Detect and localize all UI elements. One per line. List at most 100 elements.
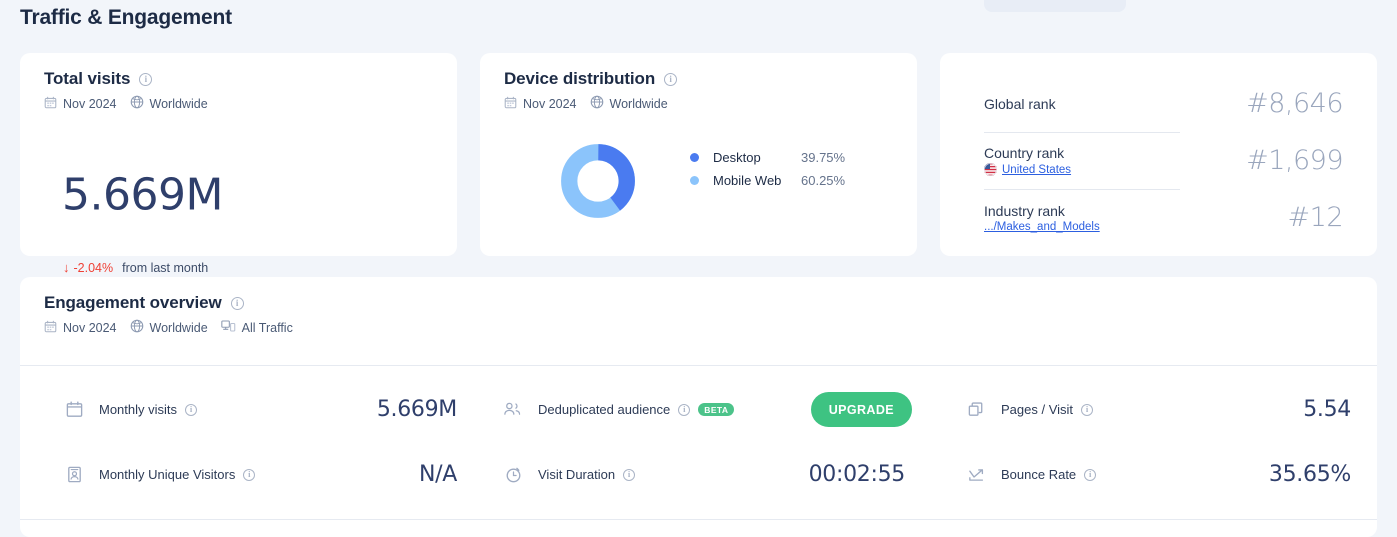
rank-name-industry: Industry rank	[984, 202, 1065, 219]
date-label: Nov 2024	[63, 320, 117, 335]
metric-label: Monthly visits i	[99, 402, 198, 417]
partial-top-pill	[984, 0, 1126, 12]
device-distribution-header: Device distribution i	[504, 69, 678, 89]
metric-row: Monthly visits i 5.669M Deduplicated aud…	[20, 377, 1377, 442]
device-distribution-filters: Nov 2024 Worldwide	[504, 95, 668, 112]
scope-filter[interactable]: Worldwide	[130, 95, 208, 112]
page-title: Traffic & Engagement	[20, 6, 232, 29]
engagement-metrics: Monthly visits i 5.669M Deduplicated aud…	[20, 365, 1377, 507]
rank-sub-industry: .../Makes_and_Models	[984, 221, 1100, 233]
metric-value: 35.65%	[1268, 462, 1351, 487]
metric-visit-duration: Visit Duration i 00:02:55	[490, 442, 950, 507]
rank-row-country: Country rank United States #1,699	[984, 132, 1343, 189]
legend-item-desktop: Desktop 39.75%	[690, 150, 845, 165]
metric-label-text: Deduplicated audience	[538, 402, 671, 417]
metric-value: 00:02:55	[808, 462, 906, 487]
beta-badge: BETA	[698, 402, 735, 417]
metric-label: Pages / Visit i	[1001, 402, 1094, 417]
engagement-title-row: Engagement overview i	[44, 293, 244, 313]
info-icon[interactable]: i	[1081, 403, 1094, 416]
legend-label-desktop: Desktop	[713, 150, 761, 165]
metric-value: 5.669M	[376, 397, 457, 422]
info-icon[interactable]: i	[243, 468, 256, 481]
rank-value-global: #8,646	[1246, 88, 1343, 119]
metric-monthly-visits: Monthly visits i 5.669M	[20, 377, 490, 442]
metric-value: 5.54	[1303, 397, 1351, 422]
engagement-filters: Nov 2024 Worldwide All Traffic	[44, 319, 293, 336]
total-visits-filters: Nov 2024 Worldwide	[44, 95, 208, 112]
device-distribution-legend: Desktop 39.75% Mobile Web 60.25%	[690, 150, 845, 188]
rank-sub-country: United States	[984, 163, 1071, 176]
info-icon[interactable]: i	[185, 403, 198, 416]
device-distribution-title: Device distribution	[504, 69, 656, 88]
device-distribution-donut-chart	[560, 143, 636, 224]
rank-value-country: #1,699	[1246, 145, 1343, 176]
legend-value-desktop: 39.75%	[801, 150, 846, 165]
scope-label: Worldwide	[609, 96, 668, 111]
info-icon[interactable]: i	[623, 468, 636, 481]
engagement-title: Engagement overview	[44, 293, 222, 312]
metric-label-text: Monthly visits	[99, 402, 178, 417]
engagement-overview-card: Engagement overview i Nov 2024 Worldwide…	[20, 277, 1377, 537]
info-icon[interactable]: i	[1084, 468, 1097, 481]
date-filter[interactable]: Nov 2024	[504, 96, 577, 112]
metric-row: Monthly Unique Visitors i N/A Visit Dura…	[20, 442, 1377, 507]
metric-pages-per-visit: Pages / Visit i 5.54	[950, 377, 1377, 442]
pages-icon	[965, 399, 987, 421]
scope-label: Worldwide	[149, 320, 208, 335]
date-filter[interactable]: Nov 2024	[44, 96, 117, 112]
calendar-icon	[504, 96, 517, 112]
info-icon[interactable]: i	[230, 296, 244, 310]
metric-label: Bounce Rate i	[1001, 467, 1097, 482]
calendar-icon	[63, 399, 85, 421]
metric-label: Visit Duration i	[538, 467, 636, 482]
engagement-divider-bottom	[20, 519, 1377, 520]
device-distribution-card: Device distribution i Nov 2024 Worldwide…	[480, 53, 917, 256]
metric-label-text: Monthly Unique Visitors	[99, 467, 236, 482]
legend-value-mobile-web: 60.25%	[801, 173, 846, 188]
visitor-icon	[63, 464, 85, 486]
metric-bounce-rate: Bounce Rate i 35.65%	[950, 442, 1377, 507]
legend-dot-desktop	[690, 153, 699, 162]
legend-label-mobile-web: Mobile Web	[713, 173, 782, 188]
rank-value-industry: #12	[1287, 202, 1344, 233]
info-icon[interactable]: i	[139, 72, 153, 86]
summary-cards-row: Total visits i Nov 2024 Worldwide 5.669M…	[20, 53, 1377, 275]
metric-label-text: Pages / Visit	[1001, 402, 1074, 417]
metric-label: Deduplicated audience i BETA	[538, 402, 735, 417]
upgrade-button[interactable]: UPGRADE	[810, 392, 912, 427]
users-icon	[502, 399, 524, 421]
trend-icon	[965, 464, 987, 486]
metric-value: N/A	[418, 462, 457, 487]
traffic-filter[interactable]: All Traffic	[220, 319, 293, 336]
industry-rank-link[interactable]: .../Makes_and_Models	[984, 221, 1100, 233]
metric-label: Monthly Unique Visitors i	[99, 467, 256, 482]
globe-icon	[590, 95, 604, 112]
metric-label-text: Bounce Rate	[1001, 467, 1077, 482]
rank-row-industry: Industry rank .../Makes_and_Models #12	[984, 189, 1344, 246]
rank-name-country: Country rank	[984, 145, 1065, 161]
us-flag-icon	[984, 163, 997, 176]
delta-note: from last month	[122, 261, 209, 275]
total-visits-title: Total visits	[44, 69, 131, 88]
legend-item-mobile-web: Mobile Web 60.25%	[690, 173, 845, 188]
info-icon[interactable]: i	[678, 403, 691, 416]
scope-label: Worldwide	[149, 96, 208, 111]
traffic-devices-icon	[220, 319, 236, 336]
total-visits-header: Total visits i	[44, 69, 153, 89]
scope-filter[interactable]: Worldwide	[590, 95, 668, 112]
ranks-card: Global rank #8,646 Country rank United S…	[940, 53, 1377, 256]
info-icon[interactable]: i	[664, 72, 678, 86]
country-rank-link[interactable]: United States	[1002, 164, 1071, 176]
globe-icon	[130, 95, 144, 112]
globe-icon	[130, 319, 144, 336]
metric-monthly-unique-visitors: Monthly Unique Visitors i N/A	[20, 442, 490, 507]
calendar-icon	[44, 96, 57, 112]
rank-name-global: Global rank	[984, 95, 1056, 112]
donut-svg	[561, 144, 635, 218]
scope-filter[interactable]: Worldwide	[130, 319, 208, 336]
date-filter[interactable]: Nov 2024	[44, 320, 117, 336]
rank-left: Country rank United States	[984, 145, 1071, 176]
calendar-icon	[44, 320, 57, 336]
metric-label-text: Visit Duration	[538, 467, 616, 482]
